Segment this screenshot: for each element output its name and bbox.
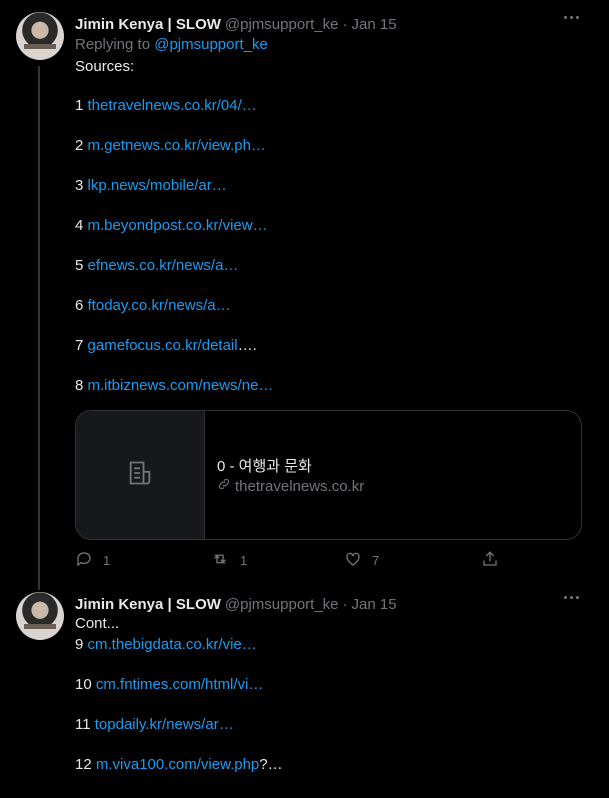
source-link[interactable]: m.itbiznews.com/news/ne… (88, 377, 274, 394)
replying-to: Replying to @pjmsupport_ke (75, 35, 268, 55)
source-line: 10 cm.fntimes.com/html/vi… (75, 675, 263, 695)
more-options-icon[interactable] (564, 16, 579, 19)
source-line: 11 topdaily.kr/news/ar… (75, 715, 234, 735)
author-name[interactable]: Jimin Kenya | SLOW (75, 596, 221, 613)
source-suffix: …. (237, 337, 257, 354)
source-line: 7 gamefocus.co.kr/detail…. (75, 336, 257, 356)
mention-link[interactable]: @pjmsupport_ke (154, 36, 268, 53)
avatar[interactable] (16, 12, 64, 60)
source-number: 9 (75, 636, 84, 653)
source-link[interactable]: topdaily.kr/news/ar… (95, 716, 234, 733)
document-icon (126, 459, 154, 491)
card-title: 0 - 여행과 문화 (217, 458, 312, 475)
tweet-header: Jimin Kenya | SLOW @pjmsupport_ke · Jan … (75, 594, 397, 614)
source-suffix: ?… (259, 756, 283, 773)
source-link[interactable]: gamefocus.co.kr/detail (88, 337, 238, 354)
like-count: 7 (372, 553, 380, 568)
author-handle[interactable]: @pjmsupport_ke (225, 16, 339, 33)
source-number: 8 (75, 377, 84, 394)
heart-icon (344, 550, 362, 571)
tweet-action-bar: 1 1 7 (75, 550, 505, 570)
source-number: 1 (75, 97, 84, 114)
source-number: 12 (75, 756, 92, 773)
card-thumbnail (76, 411, 205, 539)
source-link[interactable]: m.getnews.co.kr/view.ph… (88, 137, 266, 154)
link-preview-card[interactable]: 0 - 여행과 문화 thetravelnews.co.kr (75, 410, 582, 540)
separator-dot: · (342, 15, 348, 33)
source-line: 6 ftoday.co.kr/news/a… (75, 296, 231, 316)
retweet-count: 1 (240, 553, 248, 568)
avatar[interactable] (16, 592, 64, 640)
source-number: 3 (75, 177, 84, 194)
source-link[interactable]: ftoday.co.kr/news/a… (88, 297, 231, 314)
source-link[interactable]: lkp.news/mobile/ar… (88, 177, 227, 194)
source-link[interactable]: cm.thebigdata.co.kr/vie… (88, 636, 257, 653)
source-number: 5 (75, 257, 84, 274)
source-number: 6 (75, 297, 84, 314)
source-line: 8 m.itbiznews.com/news/ne… (75, 376, 273, 396)
replying-to-label: Replying to (75, 36, 151, 53)
tweet-date[interactable]: Jan 15 (352, 596, 397, 613)
source-number: 7 (75, 337, 84, 354)
reply-button[interactable]: 1 (75, 550, 110, 571)
card-domain: thetravelnews.co.kr (217, 477, 364, 495)
source-link[interactable]: efnews.co.kr/news/a… (88, 257, 239, 274)
share-button[interactable] (481, 550, 499, 571)
source-number: 11 (75, 716, 91, 733)
source-link[interactable]: thetravelnews.co.kr/04/… (88, 97, 257, 114)
retweet-button[interactable]: 1 (210, 550, 247, 571)
source-number: 2 (75, 137, 84, 154)
source-line: 12 m.viva100.com/view.php?… (75, 755, 283, 775)
source-line: 9 cm.thebigdata.co.kr/vie… (75, 635, 257, 655)
source-line: 3 lkp.news/mobile/ar… (75, 176, 227, 196)
source-link[interactable]: m.viva100.com/view.php (96, 756, 259, 773)
author-name[interactable]: Jimin Kenya | SLOW (75, 16, 221, 33)
reply-count: 1 (103, 553, 111, 568)
card-domain-text: thetravelnews.co.kr (235, 477, 365, 495)
share-icon (481, 550, 499, 571)
source-line: 2 m.getnews.co.kr/view.ph… (75, 136, 266, 156)
tweet-text-line: Cont... (75, 615, 120, 632)
tweet-date[interactable]: Jan 15 (352, 16, 397, 33)
source-line: 1 thetravelnews.co.kr/04/… (75, 96, 257, 116)
tweet-text-line: Sources: (75, 58, 135, 75)
source-number: 10 (75, 676, 92, 693)
source-line: 5 efnews.co.kr/news/a… (75, 256, 238, 276)
retweet-icon (210, 550, 230, 571)
tweet-2[interactable]: Jimin Kenya | SLOW @pjmsupport_ke · Jan … (0, 592, 609, 798)
source-link[interactable]: m.beyondpost.co.kr/view… (88, 217, 268, 234)
link-icon (217, 477, 231, 495)
source-line: 4 m.beyondpost.co.kr/view… (75, 216, 268, 236)
reply-icon (75, 550, 93, 571)
separator-dot: · (342, 595, 348, 613)
like-button[interactable]: 7 (344, 550, 379, 571)
more-options-icon[interactable] (564, 596, 579, 599)
source-number: 4 (75, 217, 84, 234)
tweet-header: Jimin Kenya | SLOW @pjmsupport_ke · Jan … (75, 14, 397, 34)
source-link[interactable]: cm.fntimes.com/html/vi… (96, 676, 264, 693)
author-handle[interactable]: @pjmsupport_ke (225, 596, 339, 613)
